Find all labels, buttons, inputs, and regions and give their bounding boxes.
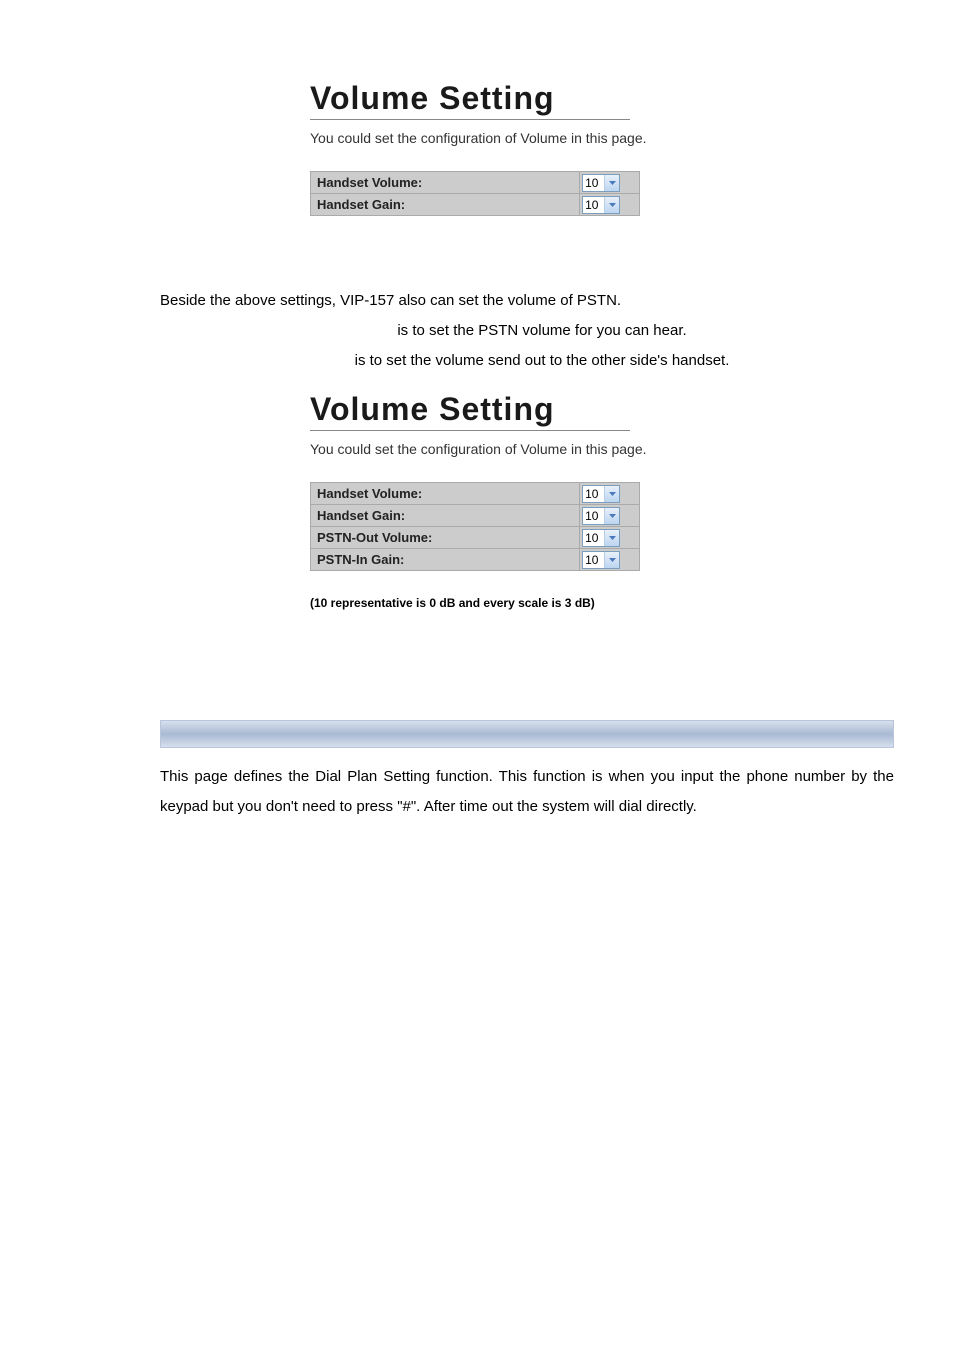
dropdown-value: 10	[583, 553, 604, 567]
pstn-in-gain-cell: 10	[580, 549, 640, 571]
handset-gain-cell: 10	[580, 505, 640, 527]
handset-gain-select[interactable]: 10	[582, 507, 620, 525]
handset-gain-select[interactable]: 10	[582, 196, 620, 214]
volume-setting-section-2: Volume Setting You could set the configu…	[310, 391, 954, 571]
explanation-line-2: is to set the PSTN volume for you can he…	[210, 316, 874, 346]
handset-gain-cell: 10	[580, 194, 640, 216]
dropdown-value: 10	[583, 198, 604, 212]
pstn-in-gain-label: PSTN-In Gain:	[311, 549, 580, 571]
pstn-out-volume-cell: 10	[580, 527, 640, 549]
gradient-bar	[160, 720, 894, 748]
handset-volume-select[interactable]: 10	[582, 174, 620, 192]
pstn-in-gain-select[interactable]: 10	[582, 551, 620, 569]
dropdown-value: 10	[583, 509, 604, 523]
chevron-down-icon	[604, 486, 619, 502]
table-row: Handset Volume: 10	[311, 172, 640, 194]
section-title: Volume Setting	[310, 80, 630, 120]
pstn-out-volume-label: PSTN-Out Volume:	[311, 527, 580, 549]
table-row: PSTN-Out Volume: 10	[311, 527, 640, 549]
handset-volume-label: Handset Volume:	[311, 483, 580, 505]
section-desc: You could set the configuration of Volum…	[310, 130, 954, 146]
volume-setting-section-1: Volume Setting You could set the configu…	[310, 80, 954, 216]
table-row: Handset Gain: 10	[311, 505, 640, 527]
dial-plan-desc: This page defines the Dial Plan Setting …	[160, 762, 894, 822]
handset-volume-cell: 10	[580, 483, 640, 505]
section-divider-bar	[160, 720, 894, 748]
dropdown-value: 10	[583, 531, 604, 545]
table-row: Handset Gain: 10	[311, 194, 640, 216]
dropdown-value: 10	[583, 176, 604, 190]
handset-gain-label: Handset Gain:	[311, 505, 580, 527]
db-note: (10 representative is 0 dB and every sca…	[310, 596, 954, 610]
table-row: Handset Volume: 10	[311, 483, 640, 505]
settings-table-1: Handset Volume: 10 Handset Gain: 10	[310, 171, 640, 216]
explanation-line-3: is to set the volume send out to the oth…	[210, 346, 874, 376]
chevron-down-icon	[604, 508, 619, 524]
dial-plan-block: This page defines the Dial Plan Setting …	[160, 762, 894, 822]
table-row: PSTN-In Gain: 10	[311, 549, 640, 571]
chevron-down-icon	[604, 530, 619, 546]
handset-volume-select[interactable]: 10	[582, 485, 620, 503]
section-title: Volume Setting	[310, 391, 630, 431]
handset-volume-cell: 10	[580, 172, 640, 194]
dropdown-value: 10	[583, 487, 604, 501]
handset-volume-label: Handset Volume:	[311, 172, 580, 194]
explanation-line-1: Beside the above settings, VIP-157 also …	[160, 286, 874, 316]
chevron-down-icon	[604, 552, 619, 568]
explanation-block: Beside the above settings, VIP-157 also …	[160, 286, 874, 376]
section-desc: You could set the configuration of Volum…	[310, 441, 954, 457]
pstn-out-volume-select[interactable]: 10	[582, 529, 620, 547]
settings-table-2: Handset Volume: 10 Handset Gain: 10	[310, 482, 640, 571]
chevron-down-icon	[604, 197, 619, 213]
handset-gain-label: Handset Gain:	[311, 194, 580, 216]
chevron-down-icon	[604, 175, 619, 191]
